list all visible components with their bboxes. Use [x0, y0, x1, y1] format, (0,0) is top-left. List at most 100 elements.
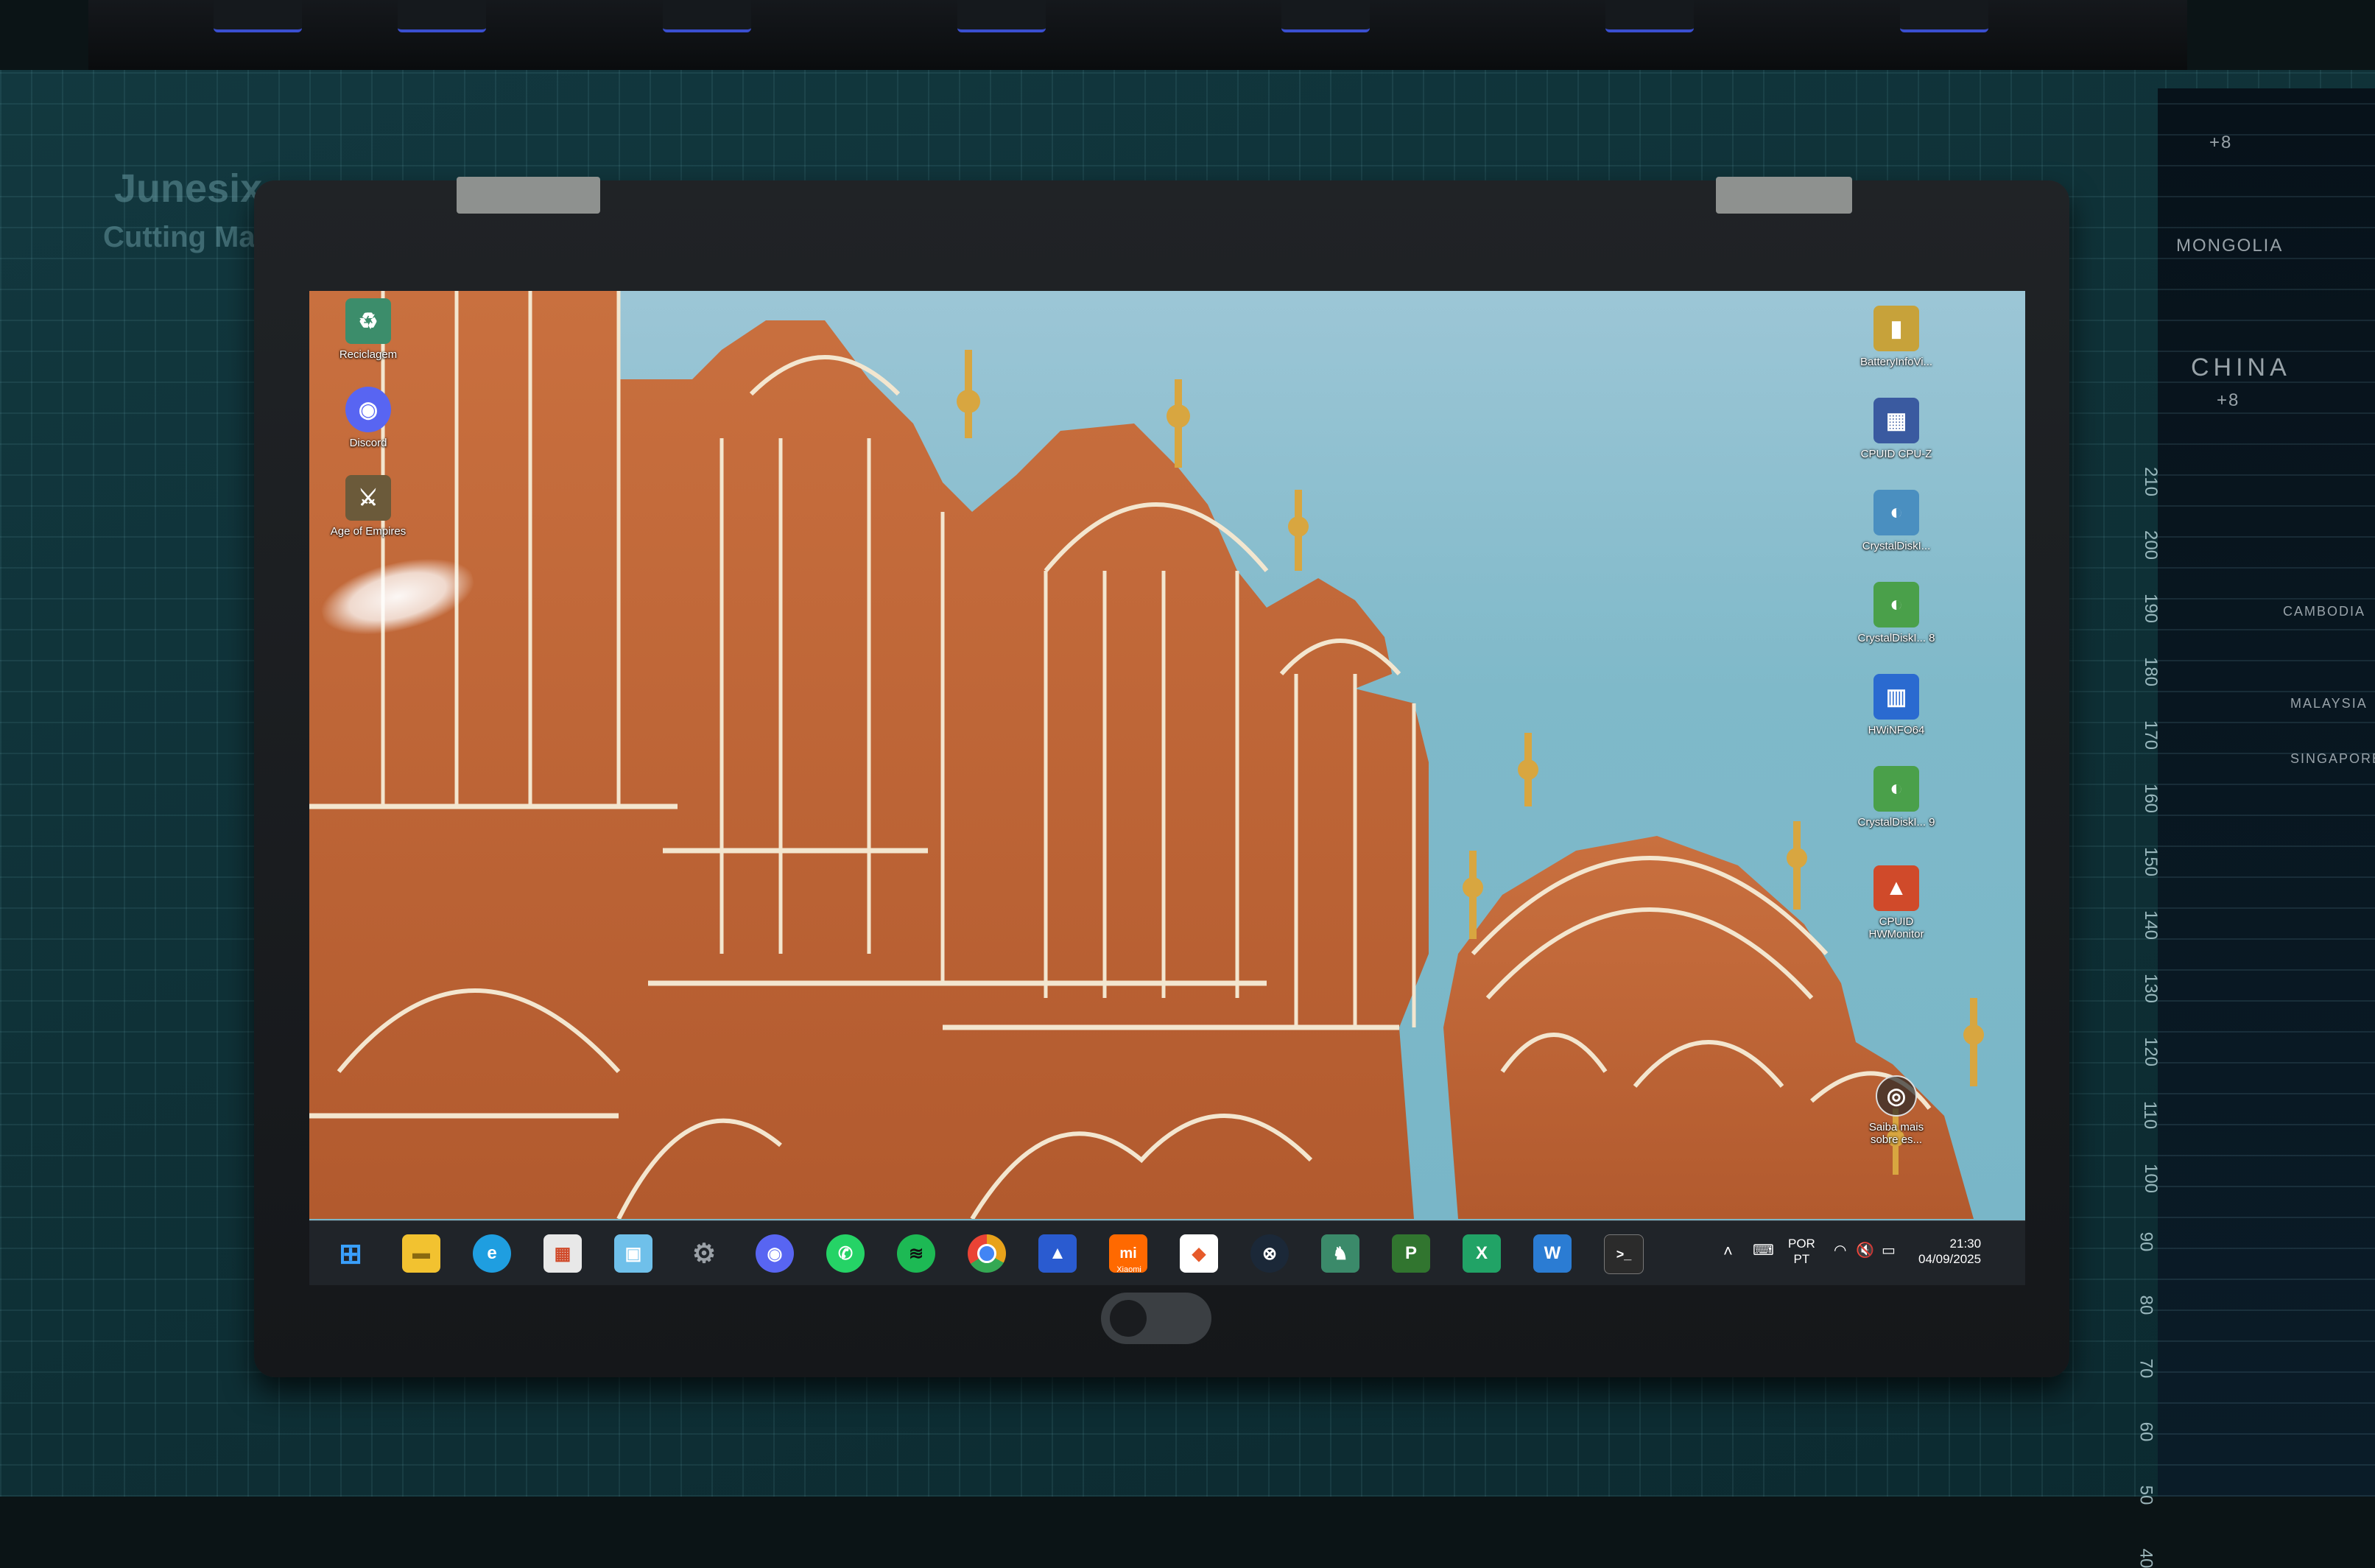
ruler-number: 210	[2141, 466, 2161, 497]
desktop-icon-label: BatteryInfoVi...	[1859, 356, 1933, 368]
crystaldiskinfo-9-icon: ◐	[1873, 766, 1919, 812]
desktop-icon-battery-info-view[interactable]: ▮ BatteryInfoVi...	[1856, 306, 1937, 368]
discord-icon: ◉	[345, 387, 391, 432]
discord-icon[interactable]: ◉	[756, 1234, 794, 1273]
windows-start-icon[interactable]: ⊞	[331, 1234, 370, 1273]
map-label-malaysia: MALAYSIA	[2290, 696, 2368, 711]
map-label-cambodia: CAMBODIA	[2283, 604, 2366, 619]
gear-icon[interactable]: ⚙	[685, 1234, 723, 1273]
ruler-number: 60	[2136, 1421, 2156, 1442]
blue-app-icon[interactable]: ▲	[1038, 1234, 1077, 1273]
ruler-number: 100	[2141, 1163, 2161, 1194]
ruler-number: 170	[2141, 720, 2161, 750]
ruler-number: 140	[2141, 910, 2161, 941]
webcam-cover	[1101, 1293, 1211, 1344]
desktop-icon-label: Saiba mais sobre es...	[1868, 1121, 1924, 1146]
desktop-icon-discord[interactable]: ◉ Discord	[328, 387, 409, 449]
excel-icon[interactable]: X	[1463, 1234, 1501, 1273]
xiaomi-label: Xiaomi	[1116, 1265, 1141, 1274]
language-indicator[interactable]: POR PT	[1788, 1236, 1815, 1267]
whatsapp-icon[interactable]: ✆	[826, 1234, 865, 1273]
folder-icon[interactable]: ▬	[402, 1234, 440, 1273]
ruler-number: 120	[2141, 1036, 2161, 1067]
ruler-number: 40	[2136, 1548, 2156, 1568]
clock[interactable]: 21:30 04/09/2025	[1918, 1236, 1981, 1267]
keyboard-key	[957, 0, 1046, 32]
desktop-icon-label: CrystalDiskI...	[1862, 540, 1931, 552]
hwinfo64-icon: ▥	[1873, 674, 1919, 720]
desktop-icon-label: CrystalDiskI... 9	[1857, 816, 1935, 829]
ruler-number: 50	[2136, 1485, 2156, 1505]
hinge-left	[457, 177, 600, 214]
desktop-icon-hwinfo64[interactable]: ▥ HWiNFO64	[1856, 674, 1937, 736]
orange-app-icon[interactable]: ◆	[1180, 1234, 1218, 1273]
world-map-mat	[2158, 88, 2375, 1497]
keyboard-key	[1900, 0, 1988, 32]
crystaldiskinfo-icon: ◐	[1873, 490, 1919, 535]
reader-icon[interactable]: ♞	[1321, 1234, 1359, 1273]
desktop-icon-cpu-z[interactable]: ▦ CPUID CPU-Z	[1856, 398, 1937, 460]
map-label-timezone: +8	[2217, 390, 2240, 410]
project-icon[interactable]: P	[1392, 1234, 1430, 1273]
keyboard-key	[214, 0, 302, 32]
language-bottom: PT	[1793, 1252, 1810, 1266]
crystaldiskinfo-8-icon: ◐	[1873, 582, 1919, 627]
keyboard-key	[398, 0, 486, 32]
hwmonitor-icon: ▲	[1873, 865, 1919, 911]
clock-date: 04/09/2025	[1918, 1252, 1982, 1266]
ruler-number: 70	[2136, 1358, 2156, 1379]
desktop-icon-label: HWiNFO64	[1868, 724, 1925, 736]
map-label-mongolia: MONGOLIA	[2176, 236, 2284, 256]
keyboard-key	[1605, 0, 1694, 32]
map-label-singapore: SINGAPORE	[2290, 751, 2375, 766]
map-label-timezone-2: +8	[2209, 133, 2233, 152]
learn-more-icon: ◎	[1876, 1075, 1917, 1117]
cpu-z-icon: ▦	[1873, 398, 1919, 443]
keyboard-key	[1281, 0, 1370, 32]
volume-muted-icon[interactable]: 🔇	[1856, 1243, 1874, 1259]
ruler-number: 160	[2141, 783, 2161, 814]
battery-icon[interactable]: ▭	[1882, 1243, 1896, 1259]
desktop-icon-learn-more[interactable]: ◎ Saiba mais sobre es...	[1856, 1075, 1937, 1146]
ruler-number: 80	[2136, 1295, 2156, 1315]
ruler-number: 190	[2141, 593, 2161, 624]
desktop-icon-label: CrystalDiskI... 8	[1857, 632, 1935, 644]
map-label-china: CHINA	[2191, 354, 2291, 382]
desktop-icon-label: Age of Empires	[330, 525, 407, 538]
ruler-number: 150	[2141, 846, 2161, 877]
edge-icon[interactable]: e	[473, 1234, 511, 1273]
desktop-icon-label: Reciclagem	[339, 348, 398, 361]
ruler-number: 110	[2140, 1100, 2161, 1130]
hinge-right	[1716, 177, 1852, 214]
steam-icon[interactable]: ⊗	[1250, 1234, 1289, 1273]
language-top: POR	[1788, 1237, 1815, 1251]
photos-icon[interactable]: ▣	[614, 1234, 652, 1273]
desktop-icon-label: Discord	[349, 437, 387, 449]
keyboard-key	[663, 0, 751, 32]
desktop-icon-hwmonitor[interactable]: ▲ CPUID HWMonitor	[1856, 865, 1937, 941]
laptop-screen: ♻ Reciclagem ◉ Discord ⚔ Age of Empires …	[309, 291, 2025, 1285]
keyboard	[88, 0, 2187, 72]
store-icon[interactable]: ▦	[543, 1234, 582, 1273]
chevron-up-icon[interactable]: ˄	[1723, 1243, 1733, 1259]
desktop-icon-label: CPUID HWMonitor	[1868, 915, 1924, 941]
taskbar: ⊞ ▬ e ▦ ▣ ⚙ ◉ ✆ ≋ ▲ mi Xiaomi ◆ ⊗ ♞ P X …	[309, 1220, 2025, 1285]
chrome-icon[interactable]	[968, 1234, 1006, 1273]
desktop-icon-label: CPUID CPU-Z	[1860, 448, 1932, 460]
word-icon[interactable]: W	[1533, 1234, 1572, 1273]
desktop-icon-age-of-empires[interactable]: ⚔ Age of Empires	[328, 475, 409, 538]
ruler-number: 180	[2141, 656, 2161, 687]
wallpaper-palace	[309, 291, 1984, 1219]
desktop-icon-crystaldiskinfo-9[interactable]: ◐ CrystalDiskI... 9	[1856, 766, 1937, 829]
wifi-icon[interactable]: ◠	[1834, 1243, 1846, 1259]
desktop-icon-recycle-bin[interactable]: ♻ Reciclagem	[328, 298, 409, 361]
spotify-icon[interactable]: ≋	[897, 1234, 935, 1273]
terminal-icon[interactable]: >_	[1604, 1234, 1644, 1274]
age-of-empires-icon: ⚔	[345, 475, 391, 521]
desktop-icon-crystaldiskinfo[interactable]: ◐ CrystalDiskI...	[1856, 490, 1937, 552]
desktop-icon-crystaldiskinfo-8[interactable]: ◐ CrystalDiskI... 8	[1856, 582, 1937, 644]
keyboard-icon[interactable]: ⌨	[1753, 1243, 1774, 1259]
ruler-number: 200	[2141, 530, 2161, 560]
clock-time: 21:30	[1949, 1237, 1982, 1251]
battery-info-view-icon: ▮	[1873, 306, 1919, 351]
